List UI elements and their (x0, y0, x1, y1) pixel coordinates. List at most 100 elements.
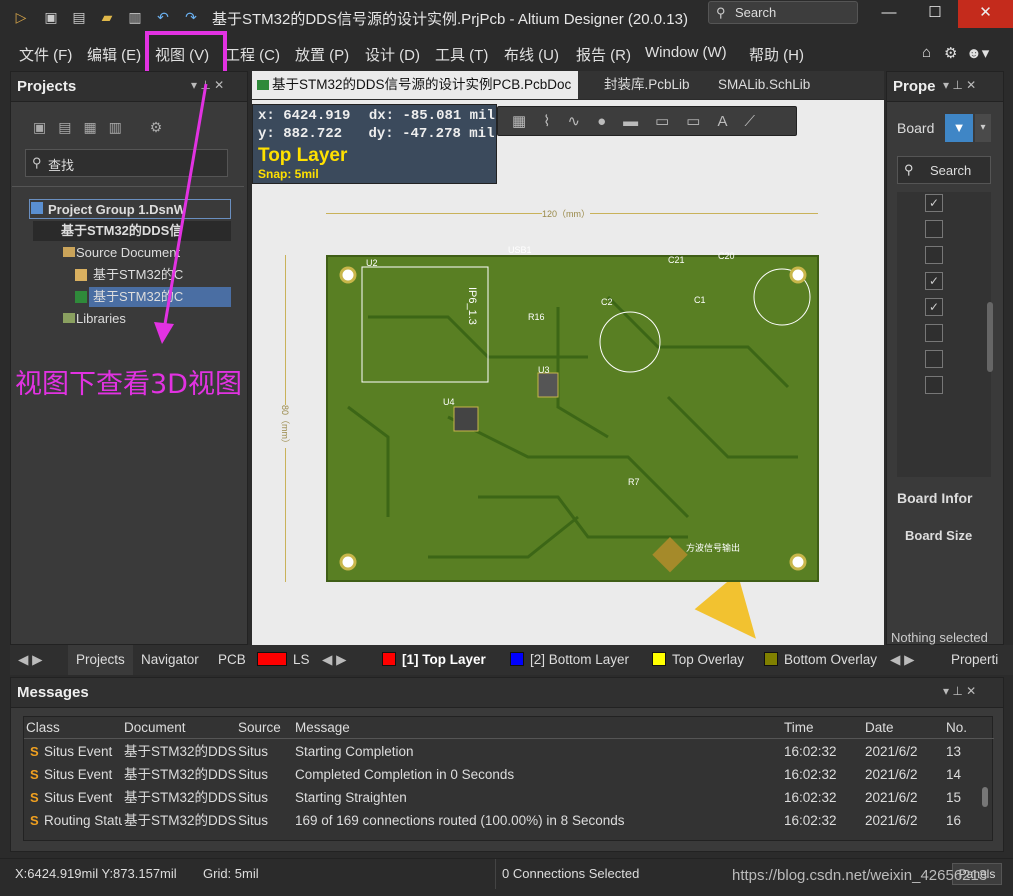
minimize-button[interactable]: — (866, 0, 912, 28)
scrollbar[interactable] (982, 787, 988, 807)
situs-icon: S (30, 744, 39, 759)
table-cell: 基于STM32的DDS (124, 767, 236, 782)
tab-navigator[interactable]: Navigator (141, 652, 199, 667)
table-cell: Situs Event (44, 767, 113, 782)
open-icon[interactable]: ▰ (98, 8, 116, 26)
table-row[interactable]: SRouting Status基于STM32的DDSSitus169 of 16… (24, 810, 979, 832)
board-info-section[interactable]: Board Infor (897, 490, 972, 506)
layer-checkbox[interactable]: ✓ (925, 194, 943, 212)
menu-edit[interactable]: 编辑 (E) (87, 44, 141, 65)
layer-tab-bottom-overlay[interactable]: Bottom Overlay (764, 652, 877, 667)
layer-nav[interactable]: ◀ ▶ (322, 652, 347, 668)
menu-file[interactable]: 文件 (F) (19, 44, 72, 65)
situs-icon: S (30, 813, 39, 828)
redo-icon[interactable]: ↷ (182, 8, 200, 26)
filter-dropdown[interactable]: ▾ (975, 114, 991, 142)
scrollbar[interactable] (987, 302, 993, 372)
component-label: C20 (718, 251, 735, 261)
table-cell: Situs Event (44, 790, 113, 805)
component-label: C2 (601, 297, 613, 307)
menu-window[interactable]: Window (W) (645, 44, 727, 61)
table-cell: 2021/6/2 (865, 767, 918, 782)
table-cell: Starting Straighten (295, 790, 407, 805)
status-selection: 0 Connections Selected (502, 866, 640, 881)
table-cell: 16 (946, 813, 962, 828)
layer-tab-top[interactable]: [1] Top Layer (382, 652, 486, 667)
layer-tab-top-overlay[interactable]: Top Overlay (652, 652, 744, 667)
table-row[interactable]: S Situs Event 基于STM32的DDS Situs Starting Com… (24, 741, 979, 763)
layer-checkbox[interactable] (925, 350, 943, 368)
layer-set-tab: LS (257, 652, 310, 667)
save-icon[interactable]: ▣ (42, 8, 60, 26)
tab-pcb[interactable]: PCB (218, 652, 246, 667)
home-icon[interactable]: ⌂ (922, 44, 931, 61)
menu-help[interactable]: 帮助 (H) (749, 44, 804, 65)
table-cell: Starting Completion (295, 744, 414, 759)
layer-checkbox[interactable] (925, 376, 943, 394)
user-icon[interactable]: ☻▾ (966, 44, 989, 62)
component-label: U2 (366, 258, 378, 268)
undo-icon[interactable]: ↶ (154, 8, 172, 26)
cursor-dx: -85.081 mil (402, 108, 495, 124)
table-cell: Completed Completion in 0 Seconds (295, 767, 515, 782)
filter-icon[interactable]: ▼ (945, 114, 973, 142)
selection-status: Nothing selected (891, 630, 988, 645)
maximize-button[interactable]: ☐ (912, 0, 958, 28)
placement-tools[interactable]: ▦⌇∿●▬▭▭A⟋ (512, 112, 772, 130)
panel-tab-nav[interactable]: ◀ ▶ (18, 652, 43, 668)
settings-icon[interactable]: ⚙ (944, 44, 957, 62)
menu-route[interactable]: 布线 (U) (504, 44, 559, 65)
layer-scroll[interactable]: ◀ ▶ (890, 652, 915, 668)
menu-design[interactable]: 设计 (D) (365, 44, 420, 65)
board-note: 方波信号输出 (686, 543, 741, 553)
table-cell: Situs Event (44, 744, 113, 759)
tab-pcbdoc[interactable]: 基于STM32的DDS信号源的设计实例PCB.PcbDoc (252, 71, 578, 99)
status-coords: X:6424.919mil Y:873.157mil (15, 866, 177, 881)
active-bar-toolbar: ▦⌇∿●▬▭▭A⟋ (497, 106, 797, 136)
global-search-input[interactable]: ⚲ Search (708, 1, 858, 24)
component-label: C21 (668, 255, 685, 265)
board-size-label: Board Size (905, 528, 973, 543)
layer-tab-bar: ◀ ▶ Projects Navigator PCB LS ◀ ▶ [1] To… (10, 645, 1013, 675)
table-cell: 16:02:32 (784, 813, 837, 828)
panel-menu-icon[interactable]: ▾ ⊥ ✕ (943, 78, 976, 92)
layer-checkbox[interactable] (925, 324, 943, 342)
height-dimension-label: 80（mm） (279, 405, 292, 449)
layer-tab-bottom[interactable]: [2] Bottom Layer (510, 652, 629, 667)
tab-properties[interactable]: Properti (951, 652, 1006, 667)
save-all-icon[interactable]: ▤ (70, 8, 88, 26)
panel-menu-icon[interactable]: ▾ ⊥ ✕ (943, 684, 976, 698)
current-layer-label: Top Layer (258, 145, 348, 166)
coordinate-overlay: x: 6424.919 dx: -85.081 mil y: 882.722 d… (252, 104, 497, 184)
table-cell: 16:02:32 (784, 744, 837, 759)
menu-tools[interactable]: 工具 (T) (435, 44, 488, 65)
close-button[interactable]: ✕ (958, 0, 1013, 28)
table-row[interactable]: S Situs Event 基于STM32的DDS Situs Starting Str… (24, 787, 979, 809)
tab-pcblib[interactable]: 封装库.PcbLib (584, 71, 690, 99)
layer-checkbox[interactable] (925, 246, 943, 264)
properties-search-input[interactable]: ⚲ Search (897, 156, 991, 184)
table-row[interactable]: S Situs Event 基于STM32的DDS Situs Completed Co… (24, 764, 979, 786)
layer-checkbox[interactable]: ✓ (925, 298, 943, 316)
tab-projects[interactable]: Projects (68, 645, 133, 675)
open-project-icon[interactable]: ▥ (126, 8, 144, 26)
component-label: U4 (443, 397, 455, 407)
menu-place[interactable]: 放置 (P) (295, 44, 349, 65)
properties-panel: Prope ▾ ⊥ ✕ Board ▼ ▾ ⚲ Search ✓ ✓ ✓ Board… (886, 71, 1004, 645)
width-dimension-label: 120（mm） (542, 207, 591, 220)
watermark: https://blog.csdn.net/weixin_42656213 (732, 867, 988, 884)
table-cell: 13 (946, 744, 962, 759)
project-group-icon (31, 202, 43, 214)
layer-checkbox[interactable] (925, 220, 943, 238)
component-label: IP6_1.3 (466, 287, 478, 325)
tree-libraries[interactable]: Libraries (48, 309, 126, 329)
table-cell: 169 of 169 connections routed (100.00%) … (295, 813, 625, 828)
layer-checkbox[interactable]: ✓ (925, 272, 943, 290)
table-cell: 15 (946, 790, 962, 805)
component-label: C1 (694, 295, 706, 305)
menu-reports[interactable]: 报告 (R) (576, 44, 631, 65)
pcb-board[interactable]: U2 USB1 IP6_1.3 C21 C20 C2 C1 R16 U3 U4 … (326, 245, 819, 582)
menu-project[interactable]: 工程 (C) (225, 44, 280, 65)
search-icon: ⚲ (32, 155, 42, 170)
tab-schlib[interactable]: SMALib.SchLib (698, 71, 810, 99)
